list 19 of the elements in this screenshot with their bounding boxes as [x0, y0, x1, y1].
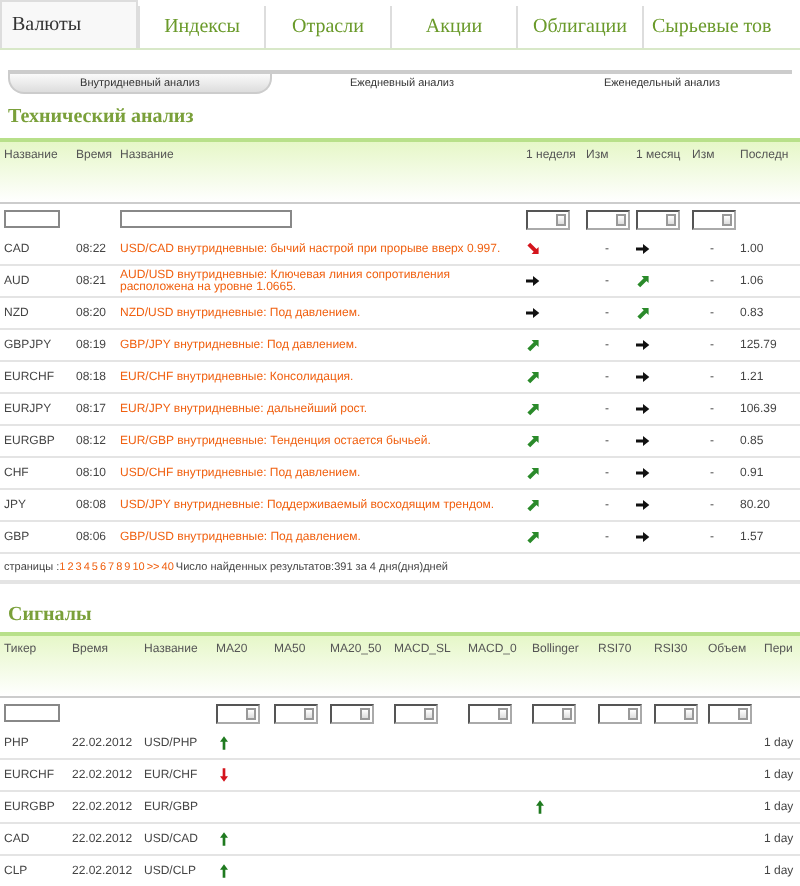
- filter-dropdown[interactable]: [692, 209, 736, 229]
- section-title: Сигналы: [8, 604, 94, 626]
- filter-dropdown[interactable]: [586, 209, 630, 229]
- filter-dropdown[interactable]: [468, 703, 512, 723]
- filter-dropdown[interactable]: [654, 703, 698, 723]
- filter-dropdown[interactable]: [394, 703, 438, 723]
- filter-dropdown[interactable]: [274, 703, 318, 723]
- filter-dropdown[interactable]: [526, 209, 570, 229]
- filter-dropdown[interactable]: [532, 703, 576, 723]
- filter-dropdown[interactable]: [636, 209, 680, 229]
- filter-dropdown[interactable]: [216, 703, 260, 723]
- filter-input[interactable]: [4, 704, 60, 722]
- filter-dropdown[interactable]: [330, 703, 374, 723]
- filter-dropdown[interactable]: [598, 703, 642, 723]
- filter-input[interactable]: [120, 210, 292, 228]
- filter-dropdown[interactable]: [708, 703, 752, 723]
- section-title: Технический анализ: [8, 106, 196, 128]
- category-tab[interactable]: Валюты: [0, 0, 138, 48]
- filter-input[interactable]: [4, 210, 60, 228]
